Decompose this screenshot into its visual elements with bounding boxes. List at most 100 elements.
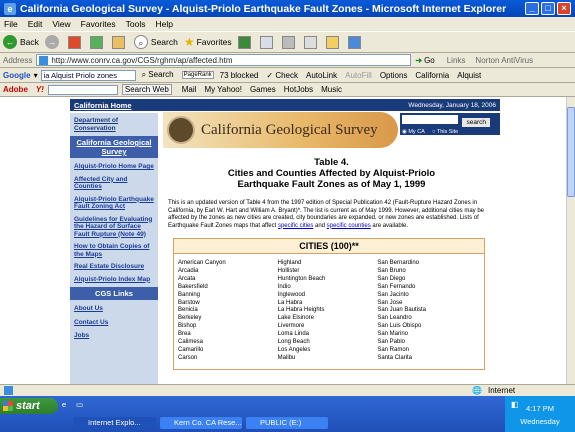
site-search-input[interactable] (402, 115, 458, 124)
print-button[interactable] (281, 35, 298, 49)
search-button[interactable]: ⌕ Search (133, 35, 178, 49)
site-search-button[interactable]: search (462, 118, 491, 127)
city-item: Inglewood (277, 291, 306, 298)
mail-button[interactable] (259, 35, 276, 49)
city-item: Santa Clarita (377, 354, 412, 361)
city-item: San Bernardino (377, 260, 420, 266)
city-item: San Fernando (377, 283, 416, 290)
nav-index-map[interactable]: Alquist-Priolo Index Map (70, 276, 158, 284)
menu-help[interactable]: Help (155, 19, 172, 29)
music-button[interactable]: Music (321, 85, 342, 94)
nav-ap-home[interactable]: Alquist-Priolo Home Page (70, 163, 158, 171)
close-button[interactable]: × (557, 2, 571, 15)
home-button[interactable] (111, 35, 128, 49)
task-kern-co[interactable]: Kern Co. CA Rese... (160, 417, 242, 429)
google-search-input[interactable]: ia Alquist Priolo zones (40, 69, 136, 81)
city-item: Brea (178, 331, 191, 338)
yahoo-mail-button[interactable]: Mail (182, 85, 197, 94)
google-logo[interactable]: Google (3, 71, 31, 80)
yahoo-search-input[interactable] (47, 84, 118, 95)
nav-guidelines[interactable]: Guidelines for Evaluating the Hazard of … (70, 216, 158, 239)
page-date: Wednesday, January 18, 2006 (408, 101, 496, 109)
menu-view[interactable]: View (52, 19, 70, 29)
specific-cities-link[interactable]: specific cities (278, 223, 313, 229)
quicklaunch-ie-icon[interactable]: e (62, 399, 74, 411)
nav-contact-us[interactable]: Contact Us (70, 319, 158, 327)
google-search-button[interactable]: ⌕ Search (142, 70, 174, 80)
task-internet-explorer[interactable]: Internet Explo... (74, 417, 156, 429)
google-dropdown-icon[interactable]: ▾ (34, 71, 38, 80)
go-button[interactable]: Go (424, 56, 435, 65)
city-item: American Canyon (178, 260, 226, 266)
cgs-header-link[interactable]: California Geological Survey (70, 136, 158, 158)
options-button[interactable]: Options (380, 71, 408, 80)
security-zone: Internet (488, 386, 516, 395)
games-button[interactable]: Games (250, 85, 276, 94)
vertical-scrollbar[interactable] (566, 97, 575, 384)
back-button[interactable]: ← Back (3, 35, 39, 49)
menu-favorites[interactable]: Favorites (81, 19, 116, 29)
menu-file[interactable]: File (4, 19, 18, 29)
popup-blocker-button[interactable]: 73 blocked (220, 71, 259, 80)
radio-my-ca[interactable]: ◉ My CA (402, 129, 425, 135)
address-label: Address (3, 55, 33, 65)
city-item: Indio (277, 283, 291, 290)
city-item: Banning (178, 291, 201, 298)
favorites-button[interactable]: ★ Favorites (184, 35, 232, 49)
city-item: Highland (277, 260, 302, 266)
pagerank-indicator[interactable]: PageRank (181, 71, 214, 79)
links-button[interactable]: Links (447, 56, 466, 65)
city-item: Benicia (178, 307, 198, 314)
scrollbar-thumb[interactable] (567, 107, 575, 197)
autolink-button[interactable]: AutoLink (306, 71, 337, 80)
autofill-button[interactable]: AutoFill (345, 71, 372, 80)
address-input[interactable]: http://www.conrv.ca.gov/CGS/rghm/ap/affe… (36, 54, 412, 66)
refresh-button[interactable] (89, 35, 106, 49)
folder-icon (325, 35, 339, 49)
quicklaunch-desktop-icon[interactable]: ▭ (76, 399, 88, 411)
task-public-drive[interactable]: PUBLIC (E:) (246, 417, 328, 429)
nav-jobs[interactable]: Jobs (70, 332, 158, 340)
minimize-button[interactable]: _ (525, 2, 539, 15)
left-navigation: Department of Conservation California Ge… (70, 113, 158, 384)
maximize-button[interactable]: □ (541, 2, 555, 15)
menu-edit[interactable]: Edit (28, 19, 43, 29)
nav-obtain-maps[interactable]: How to Obtain Copies of the Maps (70, 243, 158, 258)
city-item: Malibu (277, 354, 296, 361)
nav-ap-act[interactable]: Alquist-Priolo Earthquake Fault Zoning A… (70, 196, 158, 211)
nav-real-estate[interactable]: Real Estate Disclosure (70, 263, 158, 271)
cgs-logo-banner[interactable]: California Geological Survey (163, 112, 398, 148)
spell-check-button[interactable]: ✓ Check (266, 71, 298, 80)
nav-affected-cities[interactable]: Affected City and Counties (70, 176, 158, 191)
folder-button[interactable] (325, 35, 342, 49)
yahoo-logo[interactable]: Y! (36, 85, 44, 94)
specific-counties-link[interactable]: specific counties (327, 223, 371, 229)
alquist-bookmark[interactable]: Alquist (457, 71, 481, 80)
media-button[interactable] (237, 35, 254, 49)
stop-button[interactable] (67, 35, 84, 49)
forward-button[interactable]: → (44, 35, 62, 49)
start-button[interactable]: start (0, 398, 58, 414)
city-item: Carson (178, 354, 198, 361)
menu-tools[interactable]: Tools (126, 19, 146, 29)
back-arrow-icon: ← (3, 35, 17, 49)
adobe-button[interactable]: Adobe (3, 85, 28, 94)
search-web-button[interactable]: Search Web (121, 84, 172, 95)
nav-about-us[interactable]: About Us (70, 305, 158, 313)
california-home-link[interactable]: California Home (74, 101, 132, 110)
menu-bar: File Edit View Favorites Tools Help (0, 17, 575, 31)
radio-this-site[interactable]: ○ This Site (432, 129, 458, 135)
california-bookmark[interactable]: California (415, 71, 449, 80)
tray-icon[interactable]: ◧ (511, 400, 519, 409)
go-arrow-icon[interactable]: ➜ (415, 56, 422, 65)
city-item: San Jacinto (377, 291, 409, 298)
my-yahoo-button[interactable]: My Yahoo! (204, 85, 242, 94)
norton-antivirus-button[interactable]: Norton AntiVirus (475, 56, 533, 65)
hotjobs-button[interactable]: HotJobs (284, 85, 313, 94)
messenger-button[interactable] (347, 35, 364, 49)
cities-column-2: Highland Hollister Huntington Beach Indi… (278, 260, 378, 363)
edit-button[interactable] (303, 35, 320, 49)
cities-column-3: San Bernardino San Bruno San Diego San F… (377, 260, 477, 363)
window-title: California Geological Survey - Alquist-P… (20, 2, 507, 15)
department-link[interactable]: Department of Conservation (70, 117, 158, 132)
